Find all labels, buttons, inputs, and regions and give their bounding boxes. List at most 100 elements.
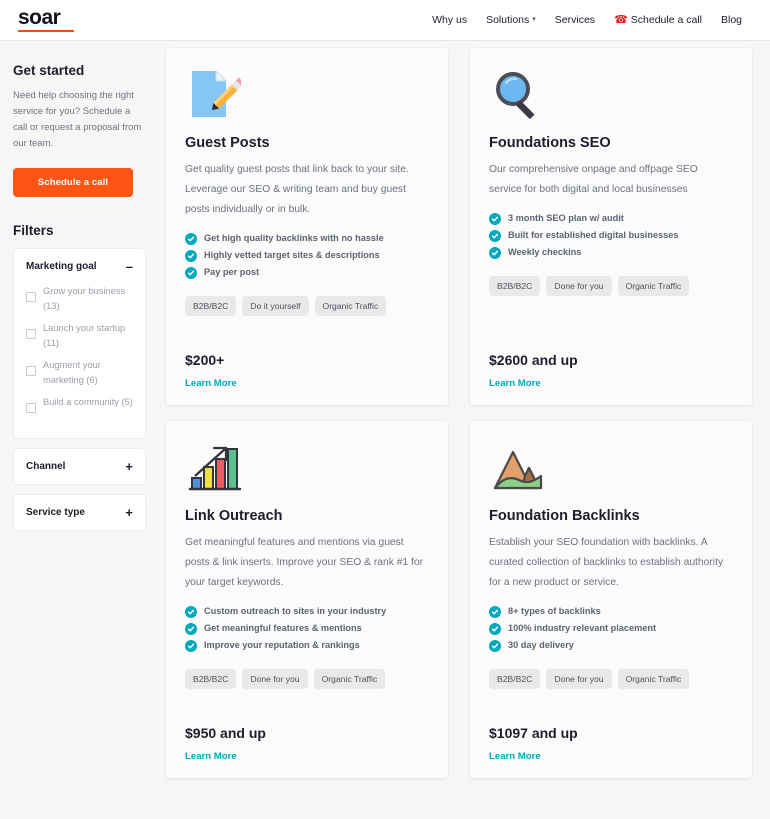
check-circle-icon (185, 232, 197, 245)
filters-title: Filters (13, 223, 54, 238)
check-circle-icon (489, 622, 501, 635)
tag[interactable]: Organic Traffic (617, 669, 690, 689)
sidebar: Get started Need help choosing the right… (0, 41, 160, 819)
check-circle-icon (489, 605, 501, 618)
service-card[interactable]: Guest Posts Get quality guest posts that … (166, 48, 448, 405)
service-card[interactable]: Foundations SEO Our comprehensive onpage … (470, 48, 752, 405)
filter-option[interactable]: Launch your startup (11) (26, 321, 135, 351)
feature-item: 8+ types of backlinks (489, 605, 733, 618)
feature-label: 30 day delivery (508, 640, 574, 650)
learn-more-link[interactable]: Learn More (185, 378, 429, 389)
filter-option[interactable]: Augment your marketing (6) (26, 358, 135, 388)
tag[interactable]: Done for you (242, 669, 308, 689)
card-price: $1097 and up (489, 725, 578, 741)
nav-item-why-us[interactable]: Why us (432, 14, 467, 26)
tag-list: B2B/B2C Done for you Organic Traffic (489, 276, 733, 296)
learn-more-link[interactable]: Learn More (489, 751, 733, 762)
filter-option[interactable]: Grow your business (13) (26, 284, 135, 314)
nav-item-label: Blog (720, 14, 742, 26)
magnifying-glass-icon (489, 67, 545, 123)
filter-group-header[interactable]: Service type + (14, 495, 145, 530)
feature-list: 8+ types of backlinks 100% industry relev… (489, 605, 733, 656)
service-card[interactable]: Link Outreach Get meaningful features and… (166, 421, 448, 778)
feature-label: Highly vetted target sites & description… (204, 250, 380, 260)
feature-label: Pay per post (204, 267, 260, 277)
bar-chart-growth-icon (185, 440, 242, 496)
tag[interactable]: Organic Traffic (313, 669, 386, 689)
feature-item: Weekly checkins (489, 246, 733, 259)
filter-group-service-type: Service type + (13, 494, 146, 531)
feature-item: Custom outreach to sites in your industr… (185, 605, 429, 618)
main-nav: Why us Solutions ▾ Services ☎ Schedule a call… (432, 14, 742, 26)
tag[interactable]: Done for you (546, 669, 612, 689)
logo-text: soar (18, 6, 61, 29)
tag[interactable]: Do it yourself (242, 296, 309, 316)
checkbox[interactable] (26, 329, 36, 339)
feature-list: 3 month SEO plan w/ audit Built for estab… (489, 212, 733, 263)
get-started-description: Need help choosing the right service for… (13, 90, 142, 149)
plus-icon[interactable]: + (125, 460, 133, 473)
filter-group-label: Marketing goal (26, 261, 97, 272)
phone-icon: ☎ (614, 13, 628, 26)
filter-group-list: Marketing goal – Grow your business (13) La… (13, 248, 146, 531)
check-circle-icon (185, 639, 197, 652)
filter-group-channel: Channel + (13, 448, 146, 485)
nav-item-label: Why us (432, 14, 468, 26)
feature-list: Get high quality backlinks with no hassl… (185, 232, 429, 283)
card-price: $2600 and up (489, 352, 578, 368)
schedule-a-call-button[interactable]: Schedule a call (13, 168, 133, 197)
feature-item: Get high quality backlinks with no hassl… (185, 232, 429, 245)
feature-item: 100% industry relevant placement (489, 622, 733, 635)
check-circle-icon (185, 605, 197, 618)
checkbox[interactable] (26, 366, 36, 376)
card-price: $200+ (185, 352, 225, 368)
check-circle-icon (489, 246, 501, 259)
learn-more-link[interactable]: Learn More (185, 751, 429, 762)
nav-item-solutions[interactable]: Solutions ▾ (486, 14, 536, 26)
tag[interactable]: B2B/B2C (489, 276, 541, 296)
check-circle-icon (489, 229, 501, 242)
feature-item: 3 month SEO plan w/ audit (489, 212, 733, 225)
filter-option-label: Launch your startup (11) (43, 323, 126, 348)
feature-label: Weekly checkins (508, 247, 582, 257)
page-body: Get started Need help choosing the right… (0, 41, 770, 819)
tag[interactable]: B2B/B2C (185, 669, 237, 689)
feature-item: Improve your reputation & rankings (185, 639, 429, 652)
tag-list: B2B/B2C Do it yourself Organic Traffic (185, 296, 429, 316)
card-title: Link Outreach (185, 508, 283, 524)
tag[interactable]: Organic Traffic (617, 276, 690, 296)
feature-list: Custom outreach to sites in your industr… (185, 605, 429, 656)
feature-item: Highly vetted target sites & description… (185, 249, 429, 262)
feature-label: Custom outreach to sites in your industr… (204, 606, 387, 616)
feature-item: Pay per post (185, 266, 429, 279)
checkbox[interactable] (26, 292, 36, 302)
tag-list: B2B/B2C Done for you Organic Traffic (185, 669, 429, 689)
service-card-grid: Guest Posts Get quality guest posts that … (160, 41, 770, 819)
filter-option[interactable]: Build a community (5) (26, 395, 135, 413)
tag[interactable]: Organic Traffic (314, 296, 387, 316)
nav-item-schedule-a-call[interactable]: ☎ Schedule a call (614, 14, 702, 26)
feature-label: Built for established digital businesses (508, 230, 679, 240)
plus-icon[interactable]: + (125, 506, 133, 519)
card-title: Guest Posts (185, 135, 270, 151)
nav-item-label: Solutions (486, 14, 530, 26)
minus-icon[interactable]: – (126, 260, 133, 273)
tag[interactable]: B2B/B2C (185, 296, 237, 316)
logo-underline (18, 30, 74, 32)
learn-more-link[interactable]: Learn More (489, 378, 733, 389)
site-header: soar Why us Solutions ▾ Services ☎ Schedule a… (0, 0, 770, 41)
logo[interactable]: soar (18, 6, 74, 32)
card-description: Get meaningful features and mentions via… (185, 537, 424, 588)
filter-option-label: Augment your marketing (6) (43, 360, 101, 385)
filter-option-label: Grow your business (13) (43, 286, 126, 311)
filter-group-header[interactable]: Marketing goal – (14, 249, 145, 284)
filter-group-header[interactable]: Channel + (14, 449, 145, 484)
check-circle-icon (185, 266, 197, 279)
feature-item: 30 day delivery (489, 639, 733, 652)
tag[interactable]: Done for you (546, 276, 612, 296)
nav-item-services[interactable]: Services (555, 14, 595, 26)
nav-item-blog[interactable]: Blog (721, 14, 742, 26)
checkbox[interactable] (26, 403, 36, 413)
tag[interactable]: B2B/B2C (489, 669, 541, 689)
service-card[interactable]: Foundation Backlinks Establish your SEO f… (470, 421, 752, 778)
